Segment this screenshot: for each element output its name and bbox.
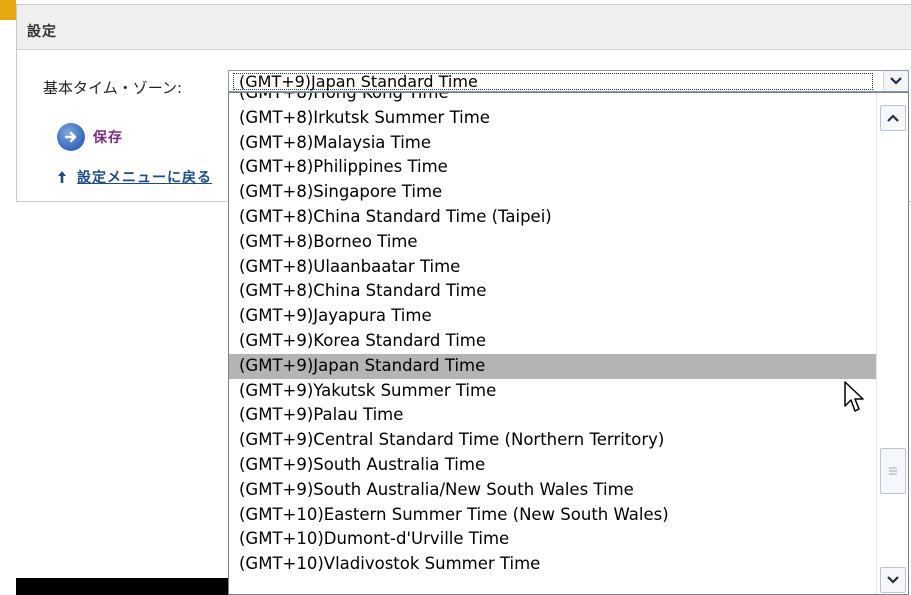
chevron-up-icon — [887, 114, 899, 122]
timezone-options: (GMT+8)Hong Kong Time (GMT+8)Irkutsk Summ… — [229, 93, 879, 577]
footer-bar — [16, 578, 228, 595]
timezone-option[interactable]: (GMT+9)Jayapura Time — [229, 304, 879, 329]
save-label: 保存 — [93, 130, 123, 146]
scroll-down-button[interactable] — [880, 567, 906, 593]
grip-icon — [889, 467, 897, 475]
timezone-option[interactable]: (GMT+9)South Australia/New South Wales T… — [229, 478, 879, 503]
timezone-option[interactable]: (GMT+8)Borneo Time — [229, 230, 879, 255]
back-link-label: 設定メニューに戻る — [77, 170, 212, 186]
timezone-option[interactable]: (GMT+8)Singapore Time — [229, 180, 879, 205]
timezone-option[interactable]: (GMT+8)Irkutsk Summer Time — [229, 106, 879, 131]
timezone-option[interactable]: (GMT+9)Yakutsk Summer Time — [229, 379, 879, 404]
scroll-up-button[interactable] — [880, 105, 906, 131]
timezone-select[interactable]: (GMT+9)Japan Standard Time — [228, 70, 909, 92]
timezone-option[interactable]: (GMT+8)Ulaanbaatar Time — [229, 255, 879, 280]
panel-title: 設定 — [27, 24, 57, 40]
timezone-option[interactable]: (GMT+8)Hong Kong Time — [229, 93, 879, 106]
timezone-option[interactable]: (GMT+9)Japan Standard Time — [229, 353, 879, 379]
chevron-down-icon — [887, 576, 899, 584]
mouse-pointer-icon — [844, 381, 864, 412]
timezone-option[interactable]: (GMT+9)South Australia Time — [229, 453, 879, 478]
timezone-select-value: (GMT+9)Japan Standard Time — [239, 72, 478, 91]
select-dropdown-button[interactable] — [883, 71, 908, 91]
timezone-option[interactable]: (GMT+10)Eastern Summer Time (New South W… — [229, 503, 879, 528]
timezone-option[interactable]: (GMT+10)Dumont-d'Urville Time — [229, 527, 879, 552]
timezone-label: 基本タイム・ゾーン: — [43, 79, 183, 97]
timezone-option[interactable]: (GMT+9)Palau Time — [229, 403, 879, 428]
timezone-option[interactable]: (GMT+9)Korea Standard Time — [229, 329, 879, 354]
timezone-dropdown-list: (GMT+8)Hong Kong Time (GMT+8)Irkutsk Summ… — [228, 92, 909, 595]
panel-header: 設定 — [17, 5, 911, 50]
chevron-down-icon — [890, 77, 902, 85]
save-button[interactable]: 保存 — [57, 123, 123, 151]
back-to-settings-link[interactable]: 設定メニューに戻る — [57, 167, 225, 187]
up-arrow-icon — [58, 171, 66, 183]
timezone-option[interactable]: (GMT+8)China Standard Time — [229, 279, 879, 304]
timezone-option[interactable]: (GMT+9)Central Standard Time (Northern T… — [229, 428, 879, 453]
timezone-option[interactable]: (GMT+10)Vladivostok Summer Time — [229, 552, 879, 577]
scroll-thumb[interactable] — [880, 448, 906, 494]
dropdown-scrollbar[interactable] — [876, 93, 908, 594]
timezone-option[interactable]: (GMT+8)China Standard Time (Taipei) — [229, 205, 879, 230]
timezone-option[interactable]: (GMT+8)Malaysia Time — [229, 131, 879, 156]
gold-corner-accent — [0, 0, 16, 20]
timezone-option[interactable]: (GMT+8)Philippines Time — [229, 155, 879, 180]
arrow-right-circle-icon — [57, 123, 85, 151]
left-frame — [0, 0, 16, 595]
